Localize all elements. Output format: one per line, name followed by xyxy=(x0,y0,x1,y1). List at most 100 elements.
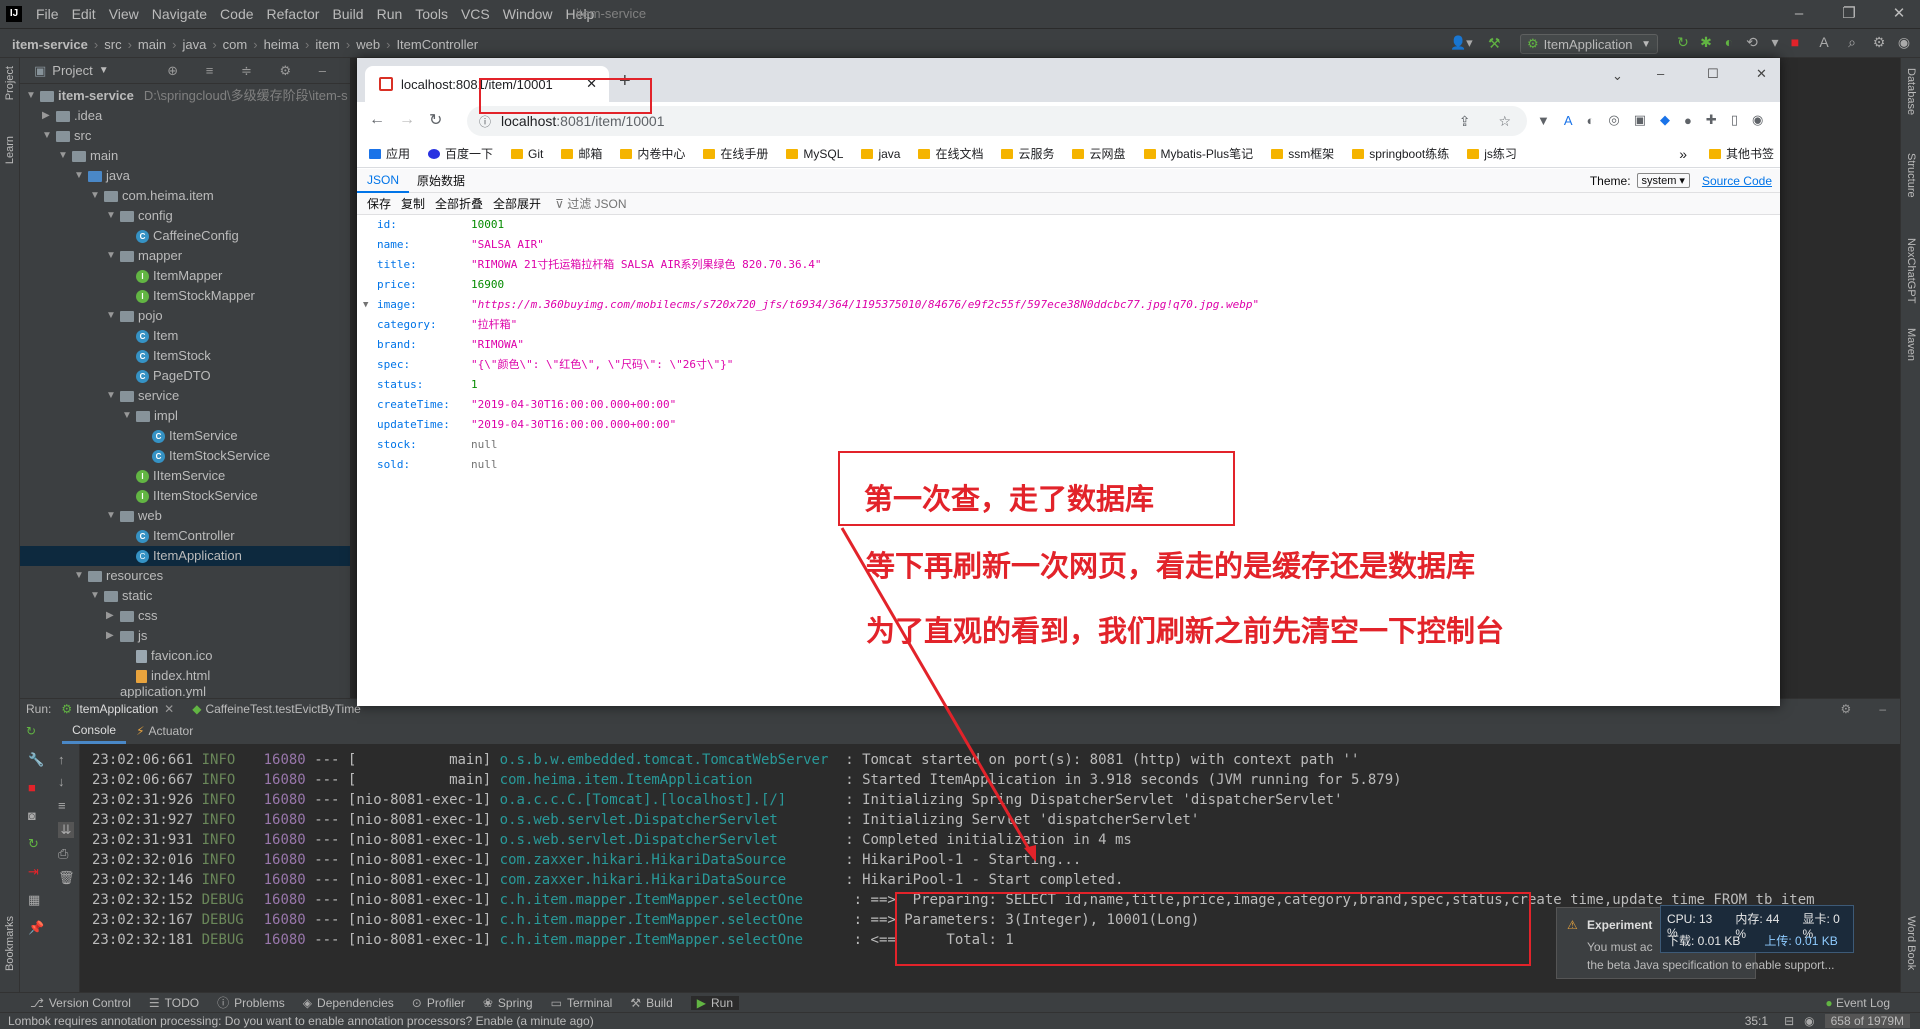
bookmark-star-icon[interactable]: ☆ xyxy=(1498,113,1511,130)
ext-icon[interactable]: ▣ xyxy=(1634,112,1646,128)
json-row[interactable]: title: "RIMOWA 21寸托运箱拉杆箱 SALSA AIR系列果绿色 8… xyxy=(377,256,822,274)
stop-icon[interactable]: ■ xyxy=(28,780,36,795)
filter-json-input[interactable]: ⊽ 过滤 JSON xyxy=(555,195,626,212)
tree-folder-mapper[interactable]: ▼ mapper xyxy=(106,246,182,266)
tree-folder-resources[interactable]: ▼ resources xyxy=(74,566,163,586)
share-icon[interactable]: ⇪ xyxy=(1459,113,1471,130)
tree-folder-src[interactable]: ▼ src xyxy=(42,126,91,146)
event-log-button[interactable]: ● Event Log xyxy=(1825,996,1890,1010)
reload-icon[interactable]: ↻ xyxy=(429,110,442,130)
camera-icon[interactable]: ◙ xyxy=(28,808,36,823)
menu-file[interactable]: File xyxy=(36,6,59,22)
breadcrumb-item[interactable]: item xyxy=(315,37,340,52)
breadcrumb-item[interactable]: com xyxy=(223,37,248,52)
json-toolbar-button[interactable]: 全部展开 xyxy=(493,195,541,212)
stop-icon[interactable]: ■ xyxy=(1786,33,1804,51)
breadcrumb-item[interactable]: heima xyxy=(264,37,299,52)
run-config-selector[interactable]: ⚙ ItemApplication ▼ xyxy=(1520,34,1658,54)
close-tab-icon[interactable]: ✕ xyxy=(164,702,174,716)
kebab-menu-icon[interactable]: ⋮ xyxy=(1777,112,1780,128)
menu-tools[interactable]: Tools xyxy=(415,6,448,22)
tool-window-version-control[interactable]: ⎇ Version Control xyxy=(30,996,131,1010)
menu-run[interactable]: Run xyxy=(377,6,403,22)
ide-features-icon[interactable]: ◉ xyxy=(1895,33,1913,51)
json-toolbar-button[interactable]: 全部折叠 xyxy=(435,195,483,212)
breadcrumb-item[interactable]: src xyxy=(104,37,121,52)
json-row[interactable]: brand: "RIMOWA" xyxy=(377,336,524,354)
arrow-up-icon[interactable]: ↑ xyxy=(58,752,65,767)
tool-window-terminal[interactable]: ▭ Terminal xyxy=(551,996,613,1010)
translate-icon[interactable]: A xyxy=(1815,33,1833,51)
json-row[interactable]: category: "拉杆箱" xyxy=(377,316,517,334)
scroll-to-end-icon[interactable]: ⇊ xyxy=(58,822,74,838)
settings-icon[interactable]: ⚙ xyxy=(1870,33,1888,51)
forward-icon[interactable]: → xyxy=(399,111,415,129)
memory-indicator[interactable]: 658 of 1979M xyxy=(1824,1014,1910,1028)
json-row[interactable]: sold: null xyxy=(377,456,498,474)
json-row[interactable]: name: "SALSA AIR" xyxy=(377,236,544,254)
debug-icon[interactable]: ✱ xyxy=(1697,33,1715,51)
menu-window[interactable]: Window xyxy=(503,6,553,22)
tree-package[interactable]: ▼ com.heima.item xyxy=(90,186,214,206)
json-toolbar-button[interactable]: 复制 xyxy=(401,195,425,212)
bookmark-item[interactable]: springboot练练 xyxy=(1352,145,1449,162)
json-row[interactable]: id: 10001 xyxy=(377,216,504,234)
tree-folder-impl[interactable]: ▼ impl xyxy=(122,406,178,426)
vue-devtools-icon[interactable]: ▼ xyxy=(1537,113,1550,128)
tree-root[interactable]: ▼ item-service D:\springcloud\多级缓存阶段\item-… xyxy=(26,86,348,106)
search-icon[interactable]: ⌕ xyxy=(1843,33,1861,51)
coverage-icon[interactable]: ◐ xyxy=(1720,33,1738,51)
menu-build[interactable]: Build xyxy=(332,6,363,22)
tool-window-build[interactable]: ⚒ Build xyxy=(630,996,672,1010)
json-row[interactable]: status: 1 xyxy=(377,376,478,394)
profile-icon[interactable]: ◉ xyxy=(1752,112,1763,128)
chevron-down-icon[interactable]: ▼ xyxy=(99,65,109,76)
tree-folder-service[interactable]: ▼ service xyxy=(106,386,179,406)
menu-vcs[interactable]: VCS xyxy=(461,6,490,22)
bookmarks-tool-button[interactable]: Bookmarks xyxy=(4,916,16,971)
nexchatgpt-tool-button[interactable]: NexChatGPT xyxy=(1905,238,1917,303)
learn-tool-button[interactable]: Learn xyxy=(4,136,16,164)
tree-folder-static[interactable]: ▼ static xyxy=(90,586,152,606)
tree-file-appyml[interactable]: application.yml xyxy=(120,686,206,698)
tree-folder-main[interactable]: ▼ main xyxy=(58,146,118,166)
tree-interface-iitemservice[interactable]: I IItemService xyxy=(136,466,225,486)
other-bookmarks[interactable]: 其他书签 xyxy=(1708,145,1774,162)
tree-folder-web[interactable]: ▼ web xyxy=(106,506,162,526)
json-row[interactable]: updateTime: "2019-04-30T16:00:00.000+00:0… xyxy=(377,416,676,434)
menu-view[interactable]: View xyxy=(109,6,139,22)
word-book-tool-button[interactable]: Word Book xyxy=(1905,916,1917,970)
tree-class-itemstockservice[interactable]: C ItemStockService xyxy=(152,446,270,466)
menu-refactor[interactable]: Refactor xyxy=(267,6,320,22)
trash-icon[interactable]: 🗑 xyxy=(58,870,75,886)
tool-window-run[interactable]: ▶ Run xyxy=(690,995,739,1010)
back-icon[interactable]: ← xyxy=(369,111,385,129)
minimize-icon[interactable]: – xyxy=(1789,4,1809,24)
line-ending-icon[interactable]: ⊟ xyxy=(1784,1014,1794,1028)
database-tool-button[interactable]: Database xyxy=(1905,68,1917,115)
tree-folder-pojo[interactable]: ▼ pojo xyxy=(106,306,163,326)
hide-panel-icon[interactable]: – xyxy=(1879,702,1886,716)
bookmark-item[interactable]: 应用 xyxy=(369,145,410,162)
tool-window-todo[interactable]: ☰ TODO xyxy=(149,996,199,1010)
bookmark-item[interactable]: java xyxy=(861,147,900,161)
sidepanel-icon[interactable]: ▯ xyxy=(1731,112,1738,128)
bookmark-item[interactable]: 在线手册 xyxy=(703,145,768,162)
tree-folder-idea[interactable]: ▶ .idea xyxy=(42,106,102,126)
json-tab[interactable]: JSON xyxy=(357,169,410,193)
more-bookmarks-icon[interactable]: » xyxy=(1679,146,1687,162)
ext-icon[interactable]: ◐ xyxy=(1587,113,1595,128)
exit-icon[interactable]: ⇥ xyxy=(28,864,39,880)
bookmark-item[interactable]: 云服务 xyxy=(1001,145,1054,162)
run-tab-caffeinetest[interactable]: CaffeineTest.testEvictByTime xyxy=(205,702,360,716)
minimize-icon[interactable]: – xyxy=(1657,66,1664,81)
tool-window-profiler[interactable]: ⊙ Profiler xyxy=(412,996,465,1010)
tree-class-pagedto[interactable]: C PageDTO xyxy=(136,366,211,386)
tree-class-caffeineconfig[interactable]: C CaffeineConfig xyxy=(136,226,239,246)
tree-file-favicon[interactable]: favicon.ico xyxy=(136,646,212,666)
structure-tool-button[interactable]: Structure xyxy=(1905,153,1917,198)
tree-class-itemstock[interactable]: C ItemStock xyxy=(136,346,211,366)
tree-class-item[interactable]: C Item xyxy=(136,326,178,346)
more-run-icon[interactable]: ▾ xyxy=(1766,33,1784,51)
close-icon[interactable]: ✕ xyxy=(1889,4,1909,24)
